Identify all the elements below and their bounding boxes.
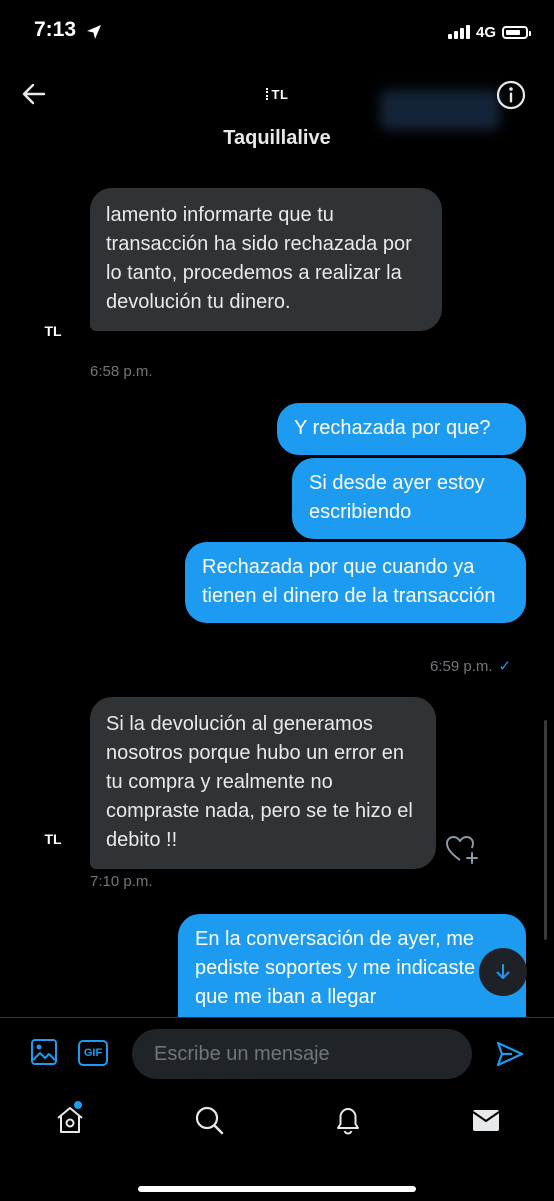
message-input-placeholder: Escribe un mensaje [154, 1042, 330, 1065]
timestamp-text: 6:59 p.m. [430, 658, 493, 675]
status-time: 7:13 [34, 18, 77, 41]
message-timestamp: 6:59 p.m. ✓ [430, 657, 511, 675]
bell-icon[interactable] [332, 1104, 364, 1136]
gif-label: GIF [83, 1047, 103, 1059]
avatar-text: TL [44, 831, 62, 847]
info-icon[interactable] [496, 80, 526, 110]
send-icon[interactable] [494, 1038, 526, 1070]
header-avatar[interactable]: TL [262, 80, 292, 108]
notification-dot [74, 1101, 82, 1109]
message-text: lamento informarte que tu transacción ha… [106, 204, 412, 313]
heart-plus-icon[interactable] [444, 832, 480, 866]
scroll-to-bottom-button[interactable] [479, 948, 527, 996]
message-bubble-incoming[interactable]: lamento informarte que tu transacción ha… [90, 188, 442, 331]
network-label: 4G [475, 23, 496, 41]
home-icon[interactable] [54, 1104, 86, 1136]
redacted-area [380, 90, 500, 130]
message-timestamp: 6:58 p.m. [90, 363, 153, 380]
arrow-down-icon [496, 964, 510, 979]
message-text: Y rechazada por que? [294, 417, 491, 439]
message-bubble-outgoing[interactable]: Si desde ayer estoy escribiendo [292, 458, 526, 539]
message-text: En la conversación de ayer, me pediste s… [195, 928, 476, 1008]
message-text: Si desde ayer estoy escribiendo [309, 472, 485, 523]
gif-icon[interactable]: GIF [78, 1040, 108, 1066]
message-text: Rechazada por que cuando ya tienen el di… [202, 556, 496, 607]
scrollbar[interactable] [544, 720, 547, 940]
image-icon[interactable] [30, 1038, 58, 1066]
status-indicators: 4G [447, 22, 531, 42]
message-bubble-incoming[interactable]: Si la devolución al generamos nosotros p… [90, 697, 436, 869]
message-bubble-outgoing[interactable]: Y rechazada por que? [277, 403, 526, 455]
signal-icon [447, 25, 470, 39]
sent-check-icon: ✓ [498, 658, 512, 675]
avatar-text: TL [44, 323, 62, 339]
back-arrow-icon[interactable] [20, 80, 48, 108]
message-input[interactable]: Escribe un mensaje [132, 1029, 472, 1079]
search-icon[interactable] [193, 1104, 225, 1136]
sender-avatar[interactable]: TL [36, 822, 70, 856]
mail-icon[interactable] [470, 1104, 502, 1136]
header-logo-text: TL [271, 86, 289, 102]
battery-icon [502, 25, 531, 39]
location-arrow-icon [87, 25, 101, 39]
message-timestamp: 7:10 p.m. [90, 873, 153, 890]
conversation-title[interactable]: Taquillalive [0, 127, 554, 150]
sender-avatar[interactable]: TL [36, 314, 70, 348]
message-bubble-outgoing[interactable]: Rechazada por que cuando ya tienen el di… [185, 542, 526, 623]
home-indicator [138, 1186, 416, 1192]
message-text: Si la devolución al generamos nosotros p… [106, 713, 413, 851]
logo-mark [265, 88, 270, 100]
